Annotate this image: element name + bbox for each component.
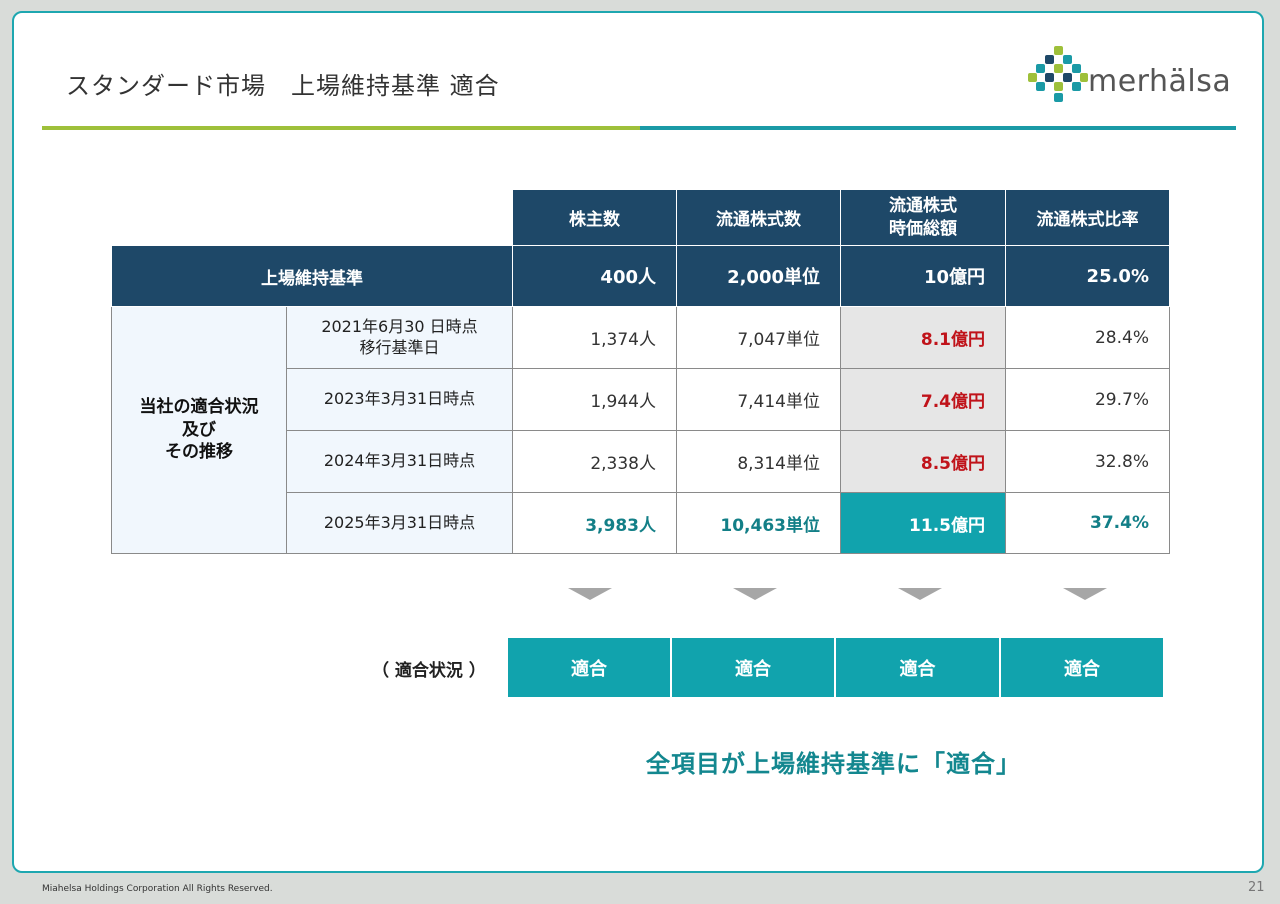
page-number: 21: [1248, 880, 1265, 895]
status-label: （ 適合状況 ）: [372, 661, 486, 681]
standard-row-label: 上場維持基準: [111, 245, 513, 307]
standard-tradable-shares: 2,000単位: [676, 245, 841, 307]
column-header-tradable-ratio: 流通株式比率: [1005, 189, 1170, 246]
down-arrow-icon: [733, 588, 777, 600]
table-corner-blank: [112, 190, 287, 246]
row-date: 2024年3月31日時点: [286, 430, 513, 493]
page-title: スタンダード市場 上場維持基準 適合: [66, 72, 500, 100]
cell-shareholders: 1,374人: [512, 306, 677, 369]
status-group-label: 当社の適合状況 及び その推移: [111, 306, 287, 554]
status-badge-tradable-ratio: 適合: [1001, 638, 1163, 697]
table-corner-blank: [287, 190, 513, 246]
cell-tradable-shares: 10,463単位: [676, 492, 841, 554]
cell-tradable-ratio: 37.4%: [1005, 492, 1170, 554]
title-rule-green: [42, 126, 640, 130]
cell-shareholders: 2,338人: [512, 430, 677, 493]
cell-tradable-ratio: 28.4%: [1005, 306, 1170, 369]
standard-tradable-ratio: 25.0%: [1005, 245, 1170, 307]
cell-market-cap: 7.4億円: [840, 368, 1006, 431]
cell-tradable-ratio: 32.8%: [1005, 430, 1170, 493]
cell-market-cap: 8.1億円: [840, 306, 1006, 369]
down-arrow-icon: [898, 588, 942, 600]
cell-shareholders: 1,944人: [512, 368, 677, 431]
standard-market-cap: 10億円: [840, 245, 1006, 307]
down-arrow-icon: [1063, 588, 1107, 600]
merhalsa-logo-icon: [1028, 46, 1088, 102]
row-date: 2025年3月31日時点: [286, 492, 513, 554]
title-rule-teal: [640, 126, 1236, 130]
cell-tradable-shares: 7,047単位: [676, 306, 841, 369]
column-header-tradable-shares: 流通株式数: [676, 189, 841, 246]
standard-shareholders: 400人: [512, 245, 677, 307]
footer-copyright: Miahelsa Holdings Corporation All Rights…: [42, 884, 273, 894]
status-badge-shareholders: 適合: [508, 638, 670, 697]
column-header-shareholders: 株主数: [512, 189, 677, 246]
cell-market-cap: 8.5億円: [840, 430, 1006, 493]
listing-criteria-table: 株主数 流通株式数 流通株式 時価総額 流通株式比率 上場維持基準 400人 2…: [111, 189, 1170, 554]
cell-shareholders: 3,983人: [512, 492, 677, 554]
cell-tradable-shares: 8,314単位: [676, 430, 841, 493]
status-badge-tradable-shares: 適合: [672, 638, 834, 697]
cell-tradable-ratio: 29.7%: [1005, 368, 1170, 431]
logo-wordmark: merhälsa: [1088, 64, 1232, 99]
conclusion-text: 全項目が上場維持基準に「適合」: [646, 750, 1021, 778]
cell-market-cap: 11.5億円: [840, 492, 1006, 554]
row-date: 2023年3月31日時点: [286, 368, 513, 431]
cell-tradable-shares: 7,414単位: [676, 368, 841, 431]
row-date: 2021年6月30 日時点 移行基準日: [286, 306, 513, 369]
column-header-tradable-market-cap: 流通株式 時価総額: [840, 189, 1006, 246]
status-badge-market-cap: 適合: [836, 638, 999, 697]
down-arrow-icon: [568, 588, 612, 600]
